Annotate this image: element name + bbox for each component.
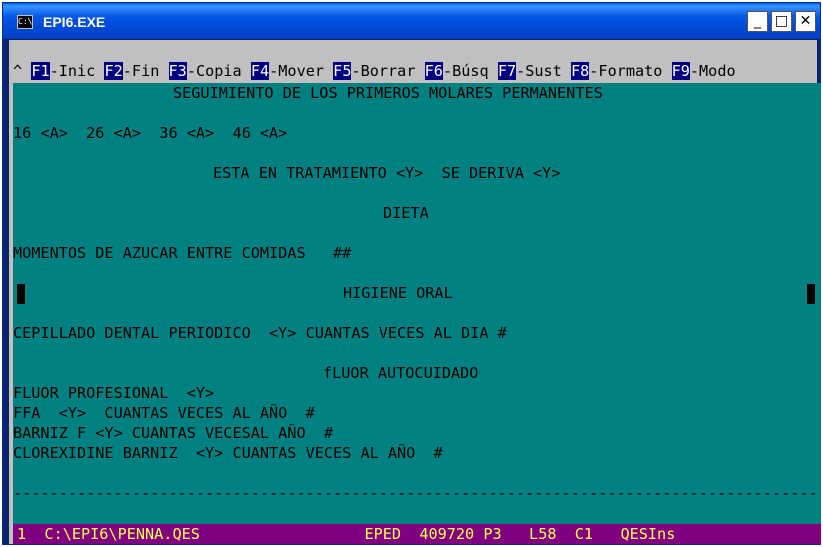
fluor-professional-field[interactable]: FLUOR PROFESIONAL <Y> xyxy=(13,383,214,403)
fkey-f2-key[interactable]: F2 xyxy=(104,62,123,80)
fkey-f4-label: -Mover xyxy=(269,62,325,80)
fkey-f9-key[interactable]: F9 xyxy=(671,62,690,80)
fkey-f9-label: -Modo xyxy=(689,62,736,80)
fkey-f6-label: -Búsq xyxy=(442,62,489,80)
form-heading: SEGUIMIENTO DE LOS PRIMEROS MOLARES PERM… xyxy=(173,84,603,102)
sugar-field[interactable]: MOMENTOS DE AZUCAR ENTRE COMIDAS ## xyxy=(13,243,351,263)
diet-title: DIETA xyxy=(383,204,429,222)
fkey-f3-key[interactable]: F3 xyxy=(168,62,187,80)
fluor-title: fLUOR AUTOCUIDADO xyxy=(323,364,479,382)
fkey-f8-key[interactable]: F8 xyxy=(570,62,590,80)
status-bar: 1 C:\EPI6\PENNA.QES EPED 409720 P3 L58 C… xyxy=(13,524,821,544)
window-title: EPI6.EXE xyxy=(43,14,106,30)
fkey-prefix: ^ xyxy=(13,62,23,80)
fkey-f7-key[interactable]: F7 xyxy=(497,62,517,80)
text-cursor-end xyxy=(807,284,815,304)
molars-field[interactable]: 16 <A> 26 <A> 36 <A> 46 <A> xyxy=(13,123,287,143)
fkey-f8-label: -Formato xyxy=(589,62,663,80)
fkey-f4-key[interactable]: F4 xyxy=(250,62,270,80)
function-key-bar: ^ F1-Inic F2-Fin F3-Copia F4-Mover F5-Bo… xyxy=(9,60,817,82)
treatment-field[interactable]: ESTA EN TRATAMIENTO <Y> SE DERIVA <Y> xyxy=(213,163,560,183)
fkey-f6-key[interactable]: F6 xyxy=(424,62,443,80)
console-icon[interactable]: C:\ xyxy=(17,15,33,29)
brushing-field[interactable]: CEPILLADO DENTAL PERIODICO <Y> CUANTAS V… xyxy=(13,323,507,343)
fkey-f1-key[interactable]: F1 xyxy=(31,62,50,80)
clorexidine-field[interactable]: CLOREXIDINE BARNIZ <Y> CUANTAS VECES AL … xyxy=(13,443,443,463)
fkey-f7-label: -Sust xyxy=(516,62,562,80)
fkey-f2-label: -Fin xyxy=(122,62,160,80)
console-window: C:\ EPI6.EXE _ □ ✕ ^ F1-Inic F2-Fin F3-C… xyxy=(2,2,821,545)
barniz-field[interactable]: BARNIZ F <Y> CUANTAS VECESAL AÑO # xyxy=(13,423,333,443)
close-button[interactable]: ✕ xyxy=(795,11,816,32)
divider-line: ----------------------------------------… xyxy=(13,484,817,502)
console-area[interactable]: ^ F1-Inic F2-Fin F3-Copia F4-Mover F5-Bo… xyxy=(9,40,821,544)
fkey-f5-key[interactable]: F5 xyxy=(333,62,352,80)
fkey-f1-label: -Inic xyxy=(49,62,96,80)
function-key-row: ^ F1-Inic F2-Fin F3-Copia F4-Mover F5-Bo… xyxy=(13,61,736,81)
fkey-f3-label: -Copia xyxy=(186,62,242,80)
status-text: 1 C:\EPI6\PENNA.QES EPED 409720 P3 L58 C… xyxy=(17,525,676,543)
hygiene-title: HIGIENE ORAL xyxy=(343,284,453,302)
ffa-field[interactable]: FFA <Y> CUANTAS VECES AL AÑO # xyxy=(13,403,315,423)
maximize-button[interactable]: □ xyxy=(771,11,792,32)
fkey-f5-label: -Borrar xyxy=(351,62,416,80)
title-bar[interactable]: C:\ EPI6.EXE _ □ ✕ xyxy=(3,3,820,39)
minimize-button[interactable]: _ xyxy=(747,11,768,32)
text-cursor xyxy=(17,284,25,304)
